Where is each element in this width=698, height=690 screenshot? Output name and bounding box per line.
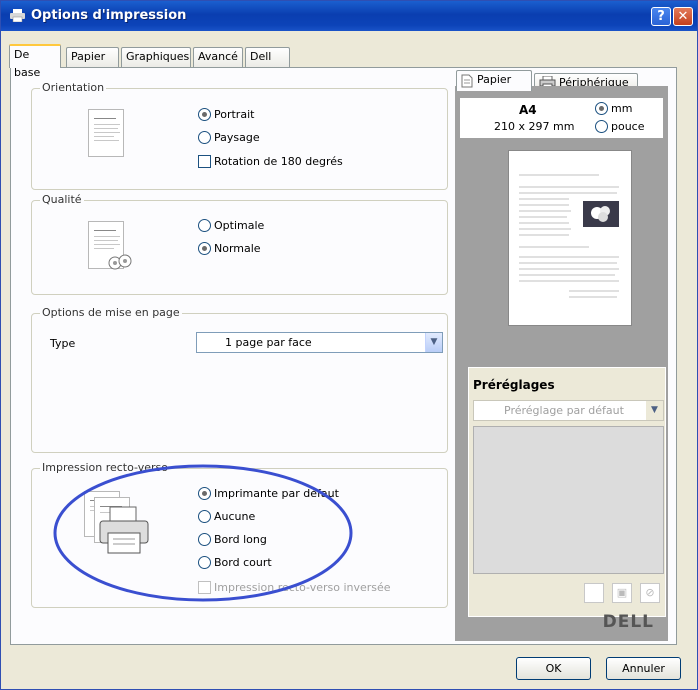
presets-panel: Préréglages Préréglage par défaut ▼ ▣ ⊘ [468, 367, 666, 617]
type-label: Type [50, 337, 76, 350]
presets-list[interactable] [473, 426, 664, 574]
quality-group: Qualité Optimale Normale [31, 193, 448, 295]
paper-size: 210 x 297 mm [494, 120, 575, 133]
tab-dell[interactable]: Dell [245, 47, 290, 67]
page-preview-image [508, 150, 632, 326]
dell-logo: DELL [602, 612, 654, 632]
rotate-180-checkbox[interactable]: Rotation de 180 degrés [198, 155, 343, 168]
window-title: Options d'impression [31, 8, 187, 23]
close-button[interactable]: ✕ [673, 7, 693, 26]
save-preset-button[interactable]: ▣ [612, 583, 632, 603]
radio-optimale[interactable]: Optimale [198, 219, 264, 232]
presets-select[interactable]: Préréglage par défaut ▼ [473, 400, 664, 421]
ok-button[interactable]: OK [516, 657, 591, 680]
tab-graphiques[interactable]: Graphiques [121, 47, 191, 67]
cancel-button[interactable]: Annuler [606, 657, 681, 680]
printer-app-icon [10, 9, 25, 23]
delete-preset-button[interactable]: ⊘ [640, 583, 660, 603]
orientation-group: Orientation Portrait Paysage Rotation de… [31, 81, 448, 190]
type-select[interactable]: 1 page par face ▼ [196, 332, 443, 353]
radio-normale[interactable]: Normale [198, 242, 261, 255]
tab-de-base[interactable]: De base [9, 44, 61, 79]
tab-preview-papier[interactable]: Papier [456, 70, 532, 91]
layout-group: Options de mise en page Type 1 page par … [31, 306, 448, 453]
print-options-dialog: Options d'impression ? ✕ De base Papier … [0, 0, 698, 690]
chevron-down-icon: ▼ [425, 333, 442, 352]
portrait-preview-icon [88, 109, 124, 157]
radio-mm[interactable]: mm [595, 102, 632, 115]
preview-panel: A4 210 x 297 mm mm pouce Préréglages Pré… [455, 86, 668, 641]
quality-title: Qualité [40, 193, 84, 206]
chevron-down-icon: ▼ [646, 401, 663, 420]
tab-papier[interactable]: Papier [66, 47, 119, 67]
radio-portrait[interactable]: Portrait [198, 108, 254, 121]
layout-title: Options de mise en page [40, 306, 182, 319]
radio-pouce[interactable]: pouce [595, 120, 645, 133]
trash-icon: ⊘ [645, 586, 655, 599]
tab-avance[interactable]: Avancé [193, 47, 243, 67]
title-bar[interactable]: Options d'impression ? ✕ [1, 1, 697, 31]
paper-icon [461, 74, 473, 88]
radio-paysage[interactable]: Paysage [198, 131, 260, 144]
annotation-ellipse [53, 464, 353, 602]
orientation-title: Orientation [40, 81, 107, 94]
save-icon: ▣ [616, 586, 628, 599]
gear-icon [108, 254, 132, 270]
presets-title: Préréglages [473, 378, 555, 392]
help-button[interactable]: ? [651, 7, 671, 26]
new-preset-button[interactable] [584, 583, 604, 603]
paper-info: A4 210 x 297 mm mm pouce [460, 98, 663, 138]
paper-name: A4 [519, 103, 537, 117]
close-icon: ✕ [677, 9, 689, 24]
